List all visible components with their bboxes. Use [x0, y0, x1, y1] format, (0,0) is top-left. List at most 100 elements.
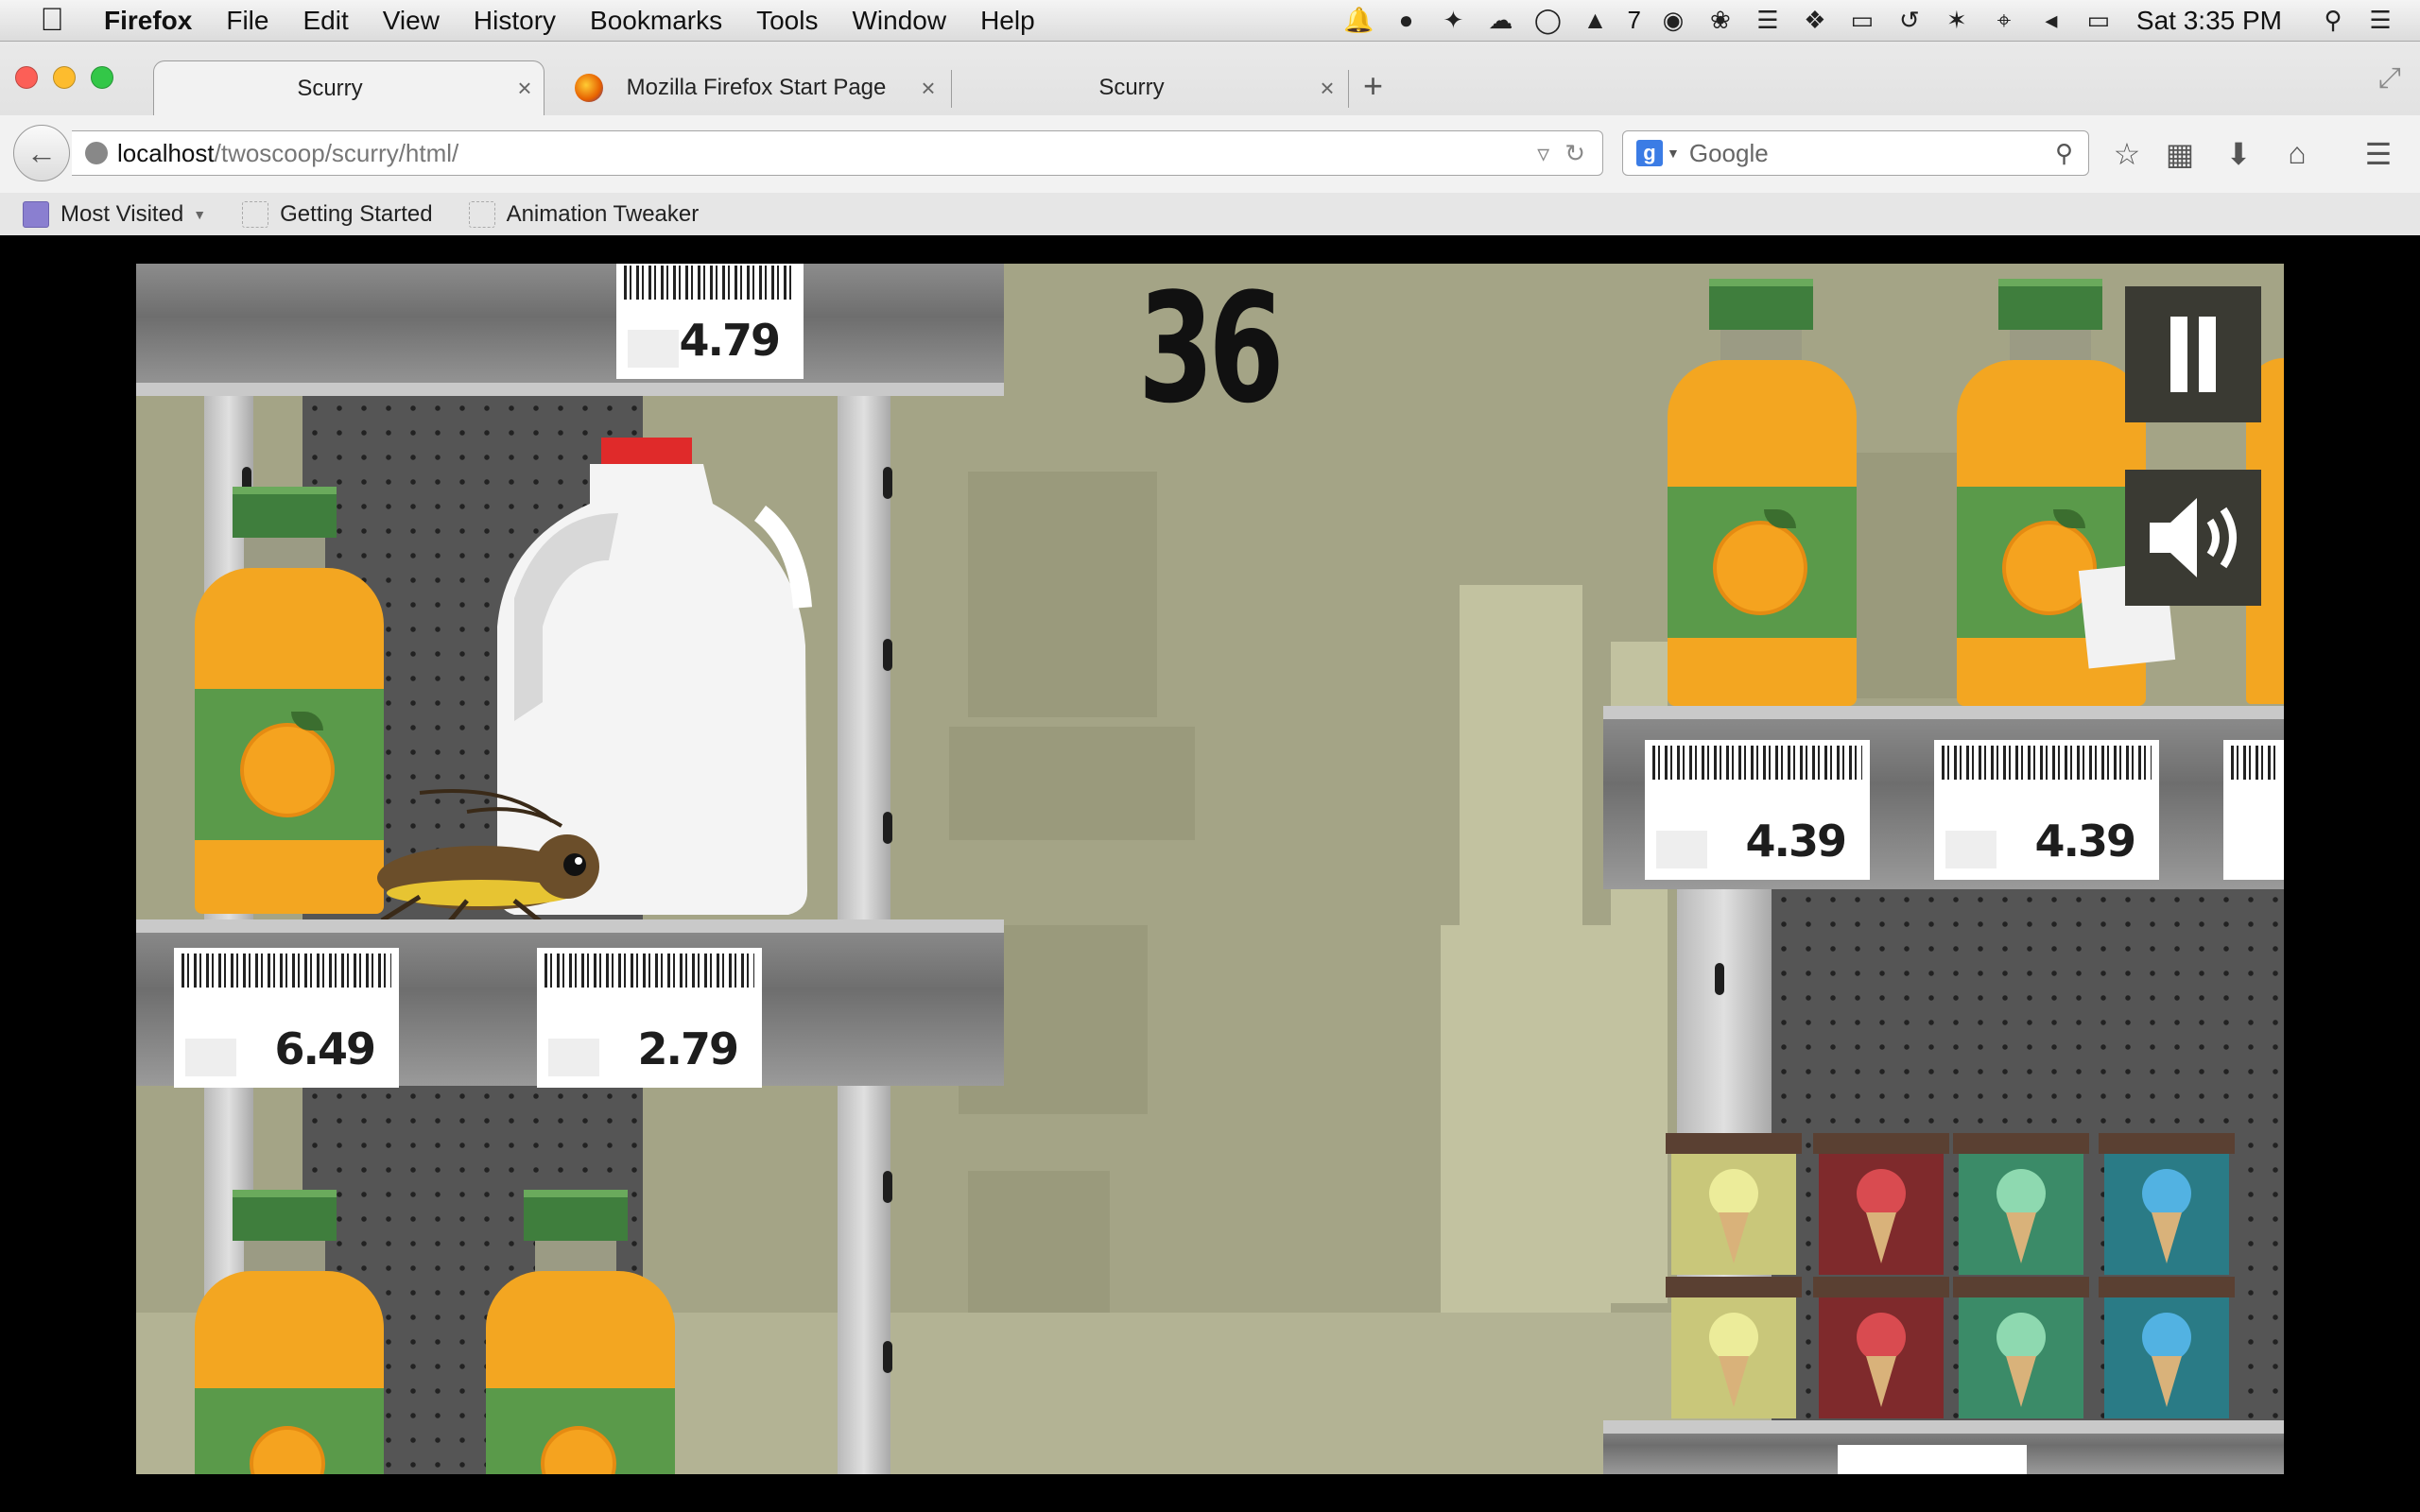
menu-window[interactable]: Window — [852, 6, 946, 36]
evernote-icon[interactable]: ❀ — [1705, 6, 1736, 36]
scurry-game-canvas[interactable]: 4.79 6.49 2.79 4.39 4.39 36 — [136, 264, 2284, 1474]
barcode — [1942, 746, 2152, 780]
ice-cream-cup — [1813, 1277, 1949, 1418]
tray-badge-count: 7 — [1627, 6, 1641, 34]
most-visited-folder-icon — [23, 200, 49, 228]
tab-separator — [1348, 70, 1349, 108]
price-tag: 4.39 — [1934, 740, 2159, 880]
cone-icon — [1866, 1212, 1896, 1263]
google-engine-icon[interactable]: g — [1636, 140, 1663, 166]
menu-bookmarks[interactable]: Bookmarks — [590, 6, 722, 36]
adobe-icon[interactable]: ▲ — [1580, 6, 1610, 36]
cone-icon — [2006, 1356, 2036, 1407]
new-tab-icon[interactable]: + — [1363, 66, 1383, 106]
shelf-lip — [136, 919, 1004, 933]
wifi-icon[interactable]: ⌖ — [1989, 6, 2019, 36]
apple-menu-icon[interactable]:  — [0, 2, 104, 39]
bookmark-getting-started[interactable]: Getting Started — [242, 200, 433, 228]
cup-rim — [2099, 1133, 2235, 1154]
menu-view[interactable]: View — [383, 6, 440, 36]
cup-rim — [1813, 1133, 1949, 1154]
menu-file[interactable]: File — [226, 6, 268, 36]
cone-icon — [1866, 1356, 1896, 1407]
price-tag: 2.79 — [537, 948, 762, 1088]
tab-scurry-2[interactable]: Scurry × — [955, 60, 1346, 115]
site-identity-icon[interactable] — [85, 142, 108, 164]
tray-app-icon[interactable]: ● — [1391, 6, 1421, 36]
menu-help[interactable]: Help — [980, 6, 1035, 36]
hamburger-menu-icon[interactable]: ☰ — [2360, 136, 2397, 172]
tab-close-icon[interactable]: × — [506, 74, 544, 103]
ice-cream-cup — [1666, 1277, 1802, 1418]
tab-close-icon[interactable]: × — [1308, 74, 1346, 103]
tab-strip: Scurry × Mozilla Firefox Start Page × Sc… — [0, 42, 2420, 115]
orange-juice-bottle — [1668, 279, 1857, 713]
ice-cream-cup — [1666, 1133, 1802, 1275]
url-history-dropdown-icon[interactable]: ▿ — [1537, 139, 1549, 168]
background-shelf-shape — [968, 472, 1157, 717]
search-placeholder: Google — [1688, 138, 1769, 167]
bottle-cap — [233, 487, 337, 538]
menu-edit[interactable]: Edit — [302, 6, 348, 36]
tab-firefox-start[interactable]: Mozilla Firefox Start Page × — [558, 60, 947, 115]
ice-cream-cup — [1953, 1277, 2089, 1418]
notification-bell-icon[interactable]: 🔔 — [1343, 6, 1374, 36]
tray-bird-icon[interactable]: ✦ — [1438, 6, 1468, 36]
bookmark-most-visited[interactable]: Most Visited ▼ — [23, 200, 206, 228]
background-shelf-shape — [1441, 925, 1611, 1332]
dropbox-icon[interactable]: ❖ — [1800, 6, 1830, 36]
orange-juice-bottle — [195, 487, 384, 921]
home-icon[interactable]: ⌂ — [2278, 136, 2316, 171]
menu-tools[interactable]: Tools — [756, 6, 818, 36]
tray-list-icon[interactable]: ☰ — [1753, 6, 1783, 36]
fullscreen-icon[interactable]: ⤢ — [2378, 62, 2401, 94]
tray-clock-icon[interactable]: ◯ — [1532, 6, 1563, 36]
barcode — [624, 266, 796, 300]
url-path: /twoscoop/scurry/html/ — [214, 138, 459, 167]
window-minimize-button[interactable] — [53, 66, 76, 89]
volume-icon[interactable]: ◂ — [2036, 6, 2066, 36]
orange-juice-bottle — [195, 1190, 384, 1474]
tag-box — [185, 1039, 236, 1076]
bookmark-animation-tweaker[interactable]: Animation Tweaker — [468, 200, 699, 228]
cup-rim — [1813, 1277, 1949, 1297]
menubar-clock[interactable]: Sat 3:35 PM — [2136, 6, 2282, 36]
ice-cream-scoop — [2142, 1313, 2191, 1362]
tab-scurry-active[interactable]: Scurry × — [153, 60, 544, 115]
menu-history[interactable]: History — [474, 6, 556, 36]
window-close-button[interactable] — [15, 66, 38, 89]
url-bar[interactable]: localhost/twoscoop/scurry/html/ ▿ ↻ — [72, 130, 1603, 176]
search-icon[interactable]: ⚲ — [2055, 139, 2088, 168]
window-zoom-button[interactable] — [91, 66, 113, 89]
search-bar[interactable]: g ▼ Google ⚲ — [1622, 130, 2089, 176]
bluetooth-icon[interactable]: ✶ — [1942, 6, 1972, 36]
bookmark-star-icon[interactable]: ☆ — [2108, 136, 2146, 172]
display-mirror-icon[interactable]: ▭ — [1847, 6, 1877, 36]
url-host: localhost — [117, 138, 215, 167]
cone-icon — [2152, 1356, 2182, 1407]
tray-cloud-icon[interactable]: ☁ — [1485, 6, 1515, 36]
menu-app-firefox[interactable]: Firefox — [104, 6, 192, 36]
spotlight-search-icon[interactable]: ⚲ — [2318, 6, 2348, 36]
sound-toggle-button[interactable] — [2125, 470, 2261, 606]
orange-juice-bottle — [486, 1190, 675, 1474]
battery-icon[interactable]: ▭ — [2083, 6, 2114, 36]
shelf-top-left — [136, 264, 1004, 396]
notification-center-icon[interactable]: ☰ — [2365, 6, 2395, 36]
ice-cream-scoop — [1996, 1169, 2046, 1218]
bookmarks-menu-icon[interactable]: ▦ — [2161, 136, 2199, 172]
pause-button[interactable] — [2125, 286, 2261, 422]
tab-label: Scurry — [1098, 75, 1165, 100]
tab-close-icon[interactable]: × — [909, 74, 947, 103]
downloads-icon[interactable]: ⬇ — [2220, 136, 2257, 172]
tray-circle-icon[interactable]: ◉ — [1658, 6, 1688, 36]
engine-dropdown-icon[interactable]: ▼ — [1667, 146, 1680, 161]
cone-icon — [1719, 1356, 1749, 1407]
bookmarks-toolbar: Most Visited ▼ Getting Started Animation… — [0, 193, 2420, 235]
cockroach-player — [377, 789, 599, 925]
time-machine-icon[interactable]: ↺ — [1894, 6, 1925, 36]
reload-icon[interactable]: ↻ — [1564, 139, 1585, 168]
pause-icon — [2170, 317, 2216, 392]
back-button[interactable]: ← — [13, 125, 70, 181]
firefox-favicon-icon — [575, 74, 603, 102]
